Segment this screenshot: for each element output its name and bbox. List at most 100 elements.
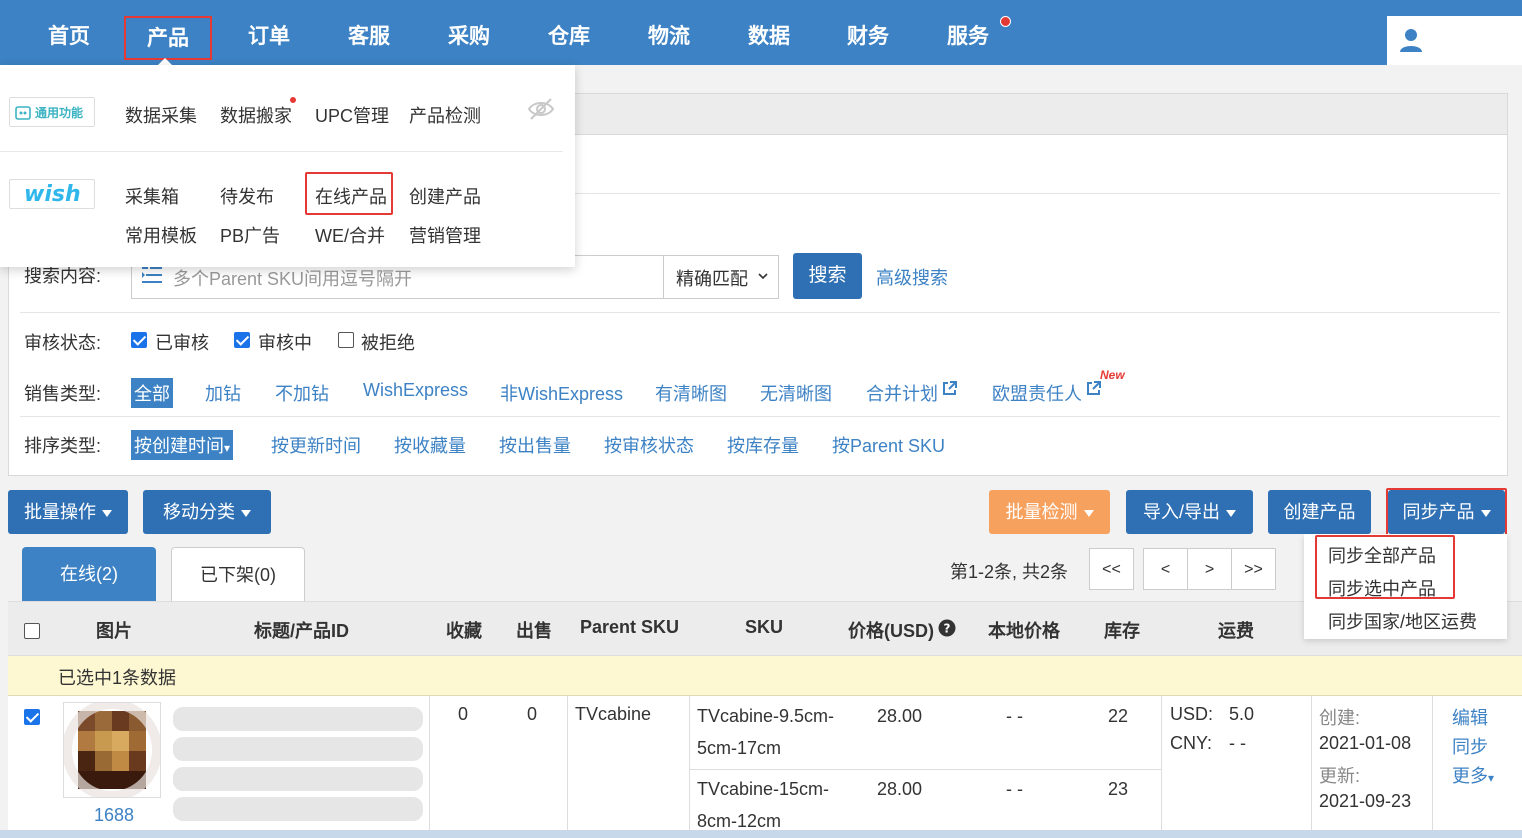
sort-by-created[interactable]: 按创建时间▾: [131, 430, 234, 460]
pager-first-button[interactable]: <<: [1089, 548, 1134, 590]
nav-finance[interactable]: 财务: [824, 14, 912, 60]
divider: [689, 769, 1161, 770]
nav-home[interactable]: 首页: [25, 14, 113, 60]
product-source-link[interactable]: 1688: [94, 805, 134, 826]
import-export-button[interactable]: 导入/导出: [1126, 490, 1253, 534]
divider: [1311, 696, 1312, 838]
col-local-price: 本地价格: [988, 621, 1060, 641]
menu-collection-box[interactable]: 采集箱: [125, 183, 179, 209]
price-value: 28.00: [877, 779, 923, 799]
move-category-label: 移动分类: [163, 502, 235, 522]
batch-check-button[interactable]: 批量检测: [989, 490, 1110, 534]
nav-products[interactable]: 产品: [124, 16, 212, 60]
col-parent-sku: Parent SKU: [580, 617, 680, 637]
pager-prev-button[interactable]: <: [1143, 548, 1188, 590]
menu-upc-management[interactable]: UPC管理: [315, 102, 389, 128]
external-link-icon[interactable]: [941, 380, 958, 397]
created-label: 创建:: [1319, 708, 1361, 728]
sort-by-updated[interactable]: 按更新时间: [271, 432, 361, 458]
nav-service[interactable]: 客服: [325, 14, 413, 60]
sold-value: 0: [527, 704, 538, 724]
move-category-button[interactable]: 移动分类: [143, 490, 271, 534]
user-icon[interactable]: [1398, 27, 1424, 53]
search-button[interactable]: 搜索: [793, 253, 862, 299]
more-link[interactable]: 更多▾: [1452, 762, 1494, 788]
sales-filter-clear-image[interactable]: 有清晰图: [655, 380, 727, 406]
price-value: 28.00: [877, 706, 923, 726]
sku-value: 8cm-12cm: [697, 811, 782, 831]
sort-by-sold[interactable]: 按出售量: [499, 432, 571, 458]
sort-by-stock[interactable]: 按库存量: [727, 432, 799, 458]
select-all-checkbox[interactable]: [24, 623, 40, 639]
menu-pending-publish[interactable]: 待发布: [220, 183, 274, 209]
col-stock: 库存: [1104, 621, 1140, 641]
nav-data[interactable]: 数据: [725, 14, 813, 60]
shipping-usd-value: 5.0: [1229, 704, 1255, 724]
favorites-value: 0: [458, 704, 469, 724]
col-shipping: 运费: [1218, 621, 1254, 641]
divider: [20, 416, 1500, 417]
bottom-scrollbar[interactable]: [0, 830, 1522, 838]
sales-filter-merge-plan[interactable]: 合并计划: [866, 380, 938, 406]
menu-we-merge[interactable]: WE/合并: [315, 222, 385, 248]
menu-product-check[interactable]: 产品检测: [409, 102, 481, 128]
col-price: 价格(USD): [848, 621, 934, 641]
batch-operation-button[interactable]: 批量操作: [8, 490, 128, 534]
nav-logistics[interactable]: 物流: [625, 14, 713, 60]
menu-create-product[interactable]: 创建产品: [409, 183, 481, 209]
divider: [567, 696, 568, 838]
sales-filter-boost[interactable]: 加钻: [205, 380, 241, 406]
new-feature-dot: [290, 97, 296, 103]
menu-pb-ads[interactable]: PB广告: [220, 222, 280, 248]
sales-filter-all[interactable]: 全部: [131, 378, 173, 408]
created-date: 2021-01-08: [1319, 733, 1412, 753]
sales-type-label: 销售类型:: [24, 384, 102, 404]
sales-filter-eu-responsible[interactable]: 欧盟责任人: [992, 380, 1082, 406]
nav-services[interactable]: 服务: [924, 14, 1012, 60]
menu-templates[interactable]: 常用模板: [125, 222, 197, 248]
sort-by-parent-sku[interactable]: 按Parent SKU: [832, 432, 945, 458]
help-icon[interactable]: ?: [938, 619, 956, 637]
tab-online[interactable]: 在线(2): [22, 547, 156, 602]
advanced-search-link[interactable]: 高级搜索: [876, 264, 948, 290]
wish-logo: wish: [9, 179, 95, 209]
stock-value: 22: [1108, 706, 1129, 726]
import-export-label: 导入/导出: [1142, 502, 1220, 522]
highlight-box: [1315, 535, 1455, 599]
sku-value: TVcabine-9.5cm-: [697, 706, 835, 726]
menu-data-collection[interactable]: 数据采集: [125, 102, 197, 128]
menu-data-migration[interactable]: 数据搬家: [220, 102, 292, 128]
product-image: [62, 699, 162, 801]
sort-by-favorites[interactable]: 按收藏量: [394, 432, 466, 458]
col-title: 标题/产品ID: [254, 621, 350, 641]
external-link-icon[interactable]: [1085, 380, 1102, 397]
sort-by-review[interactable]: 按审核状态: [604, 432, 694, 458]
shipping-cny-value: - -: [1229, 733, 1246, 753]
sales-filter-non-wishexpress[interactable]: 非WishExpress: [500, 380, 623, 406]
stock-value: 23: [1108, 779, 1129, 799]
sales-filter-no-clear-image[interactable]: 无清晰图: [760, 380, 832, 406]
row-checkbox[interactable]: [24, 709, 40, 725]
sales-filter-no-boost[interactable]: 不加钻: [275, 380, 329, 406]
nav-orders[interactable]: 订单: [225, 14, 313, 60]
tab-offline[interactable]: 已下架(0): [171, 547, 305, 602]
review-pending-checkbox[interactable]: [234, 332, 250, 348]
review-rejected-checkbox[interactable]: [338, 332, 354, 348]
match-mode-select[interactable]: 精确匹配: [676, 265, 748, 291]
sync-shipping-rates[interactable]: 同步国家/地区运费: [1328, 608, 1477, 634]
nav-purchase[interactable]: 采购: [425, 14, 513, 60]
pager-last-button[interactable]: >>: [1231, 548, 1276, 590]
divider: [0, 151, 563, 152]
product-thumbnail[interactable]: [62, 699, 162, 801]
edit-link[interactable]: 编辑: [1452, 704, 1488, 730]
create-product-button[interactable]: 创建产品: [1268, 490, 1371, 534]
hide-eye-icon[interactable]: [527, 97, 555, 121]
blurred-title: [173, 797, 423, 821]
sales-filter-wishexpress[interactable]: WishExpress: [363, 380, 468, 401]
nav-warehouse[interactable]: 仓库: [525, 14, 613, 60]
sync-link[interactable]: 同步: [1452, 733, 1488, 759]
pager-next-button[interactable]: >: [1187, 548, 1232, 590]
blurred-title: [173, 707, 423, 731]
review-approved-checkbox[interactable]: [131, 332, 147, 348]
menu-marketing[interactable]: 营销管理: [409, 222, 481, 248]
